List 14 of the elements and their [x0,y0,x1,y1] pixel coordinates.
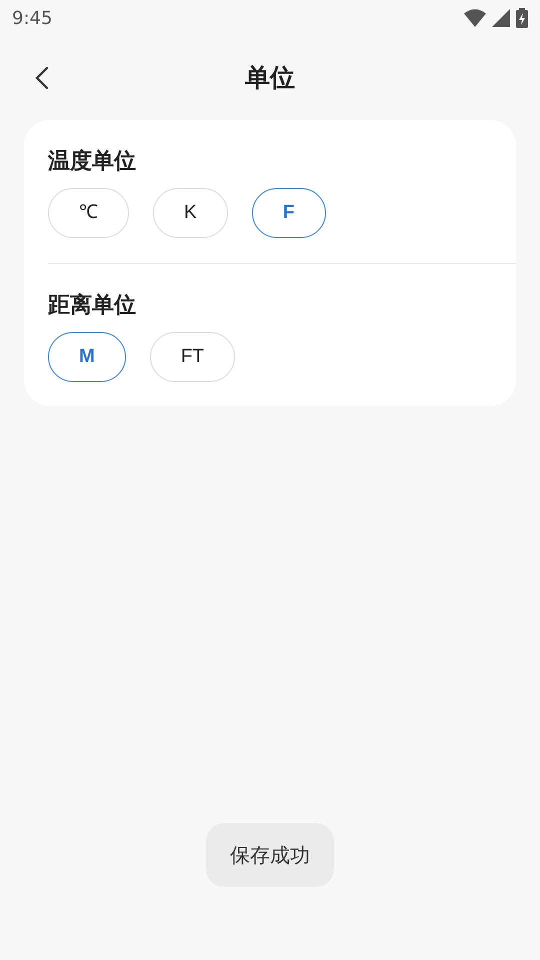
section-title: 温度单位 [46,148,137,176]
back-icon [35,66,49,90]
unit-option[interactable]: K [153,188,228,238]
toast-message: 保存成功 [206,823,334,887]
battery-icon [516,8,528,28]
unit-option[interactable]: FT [150,332,236,382]
signal-icon [492,9,510,27]
status-time: 9:45 [12,6,52,30]
unit-option[interactable]: ℃ [48,188,129,238]
page-title: 单位 [245,62,295,94]
wifi-icon [464,9,486,27]
unit-option[interactable]: M [48,332,126,382]
unit-option[interactable]: F [252,188,326,238]
section-title: 距离单位 [47,292,137,320]
